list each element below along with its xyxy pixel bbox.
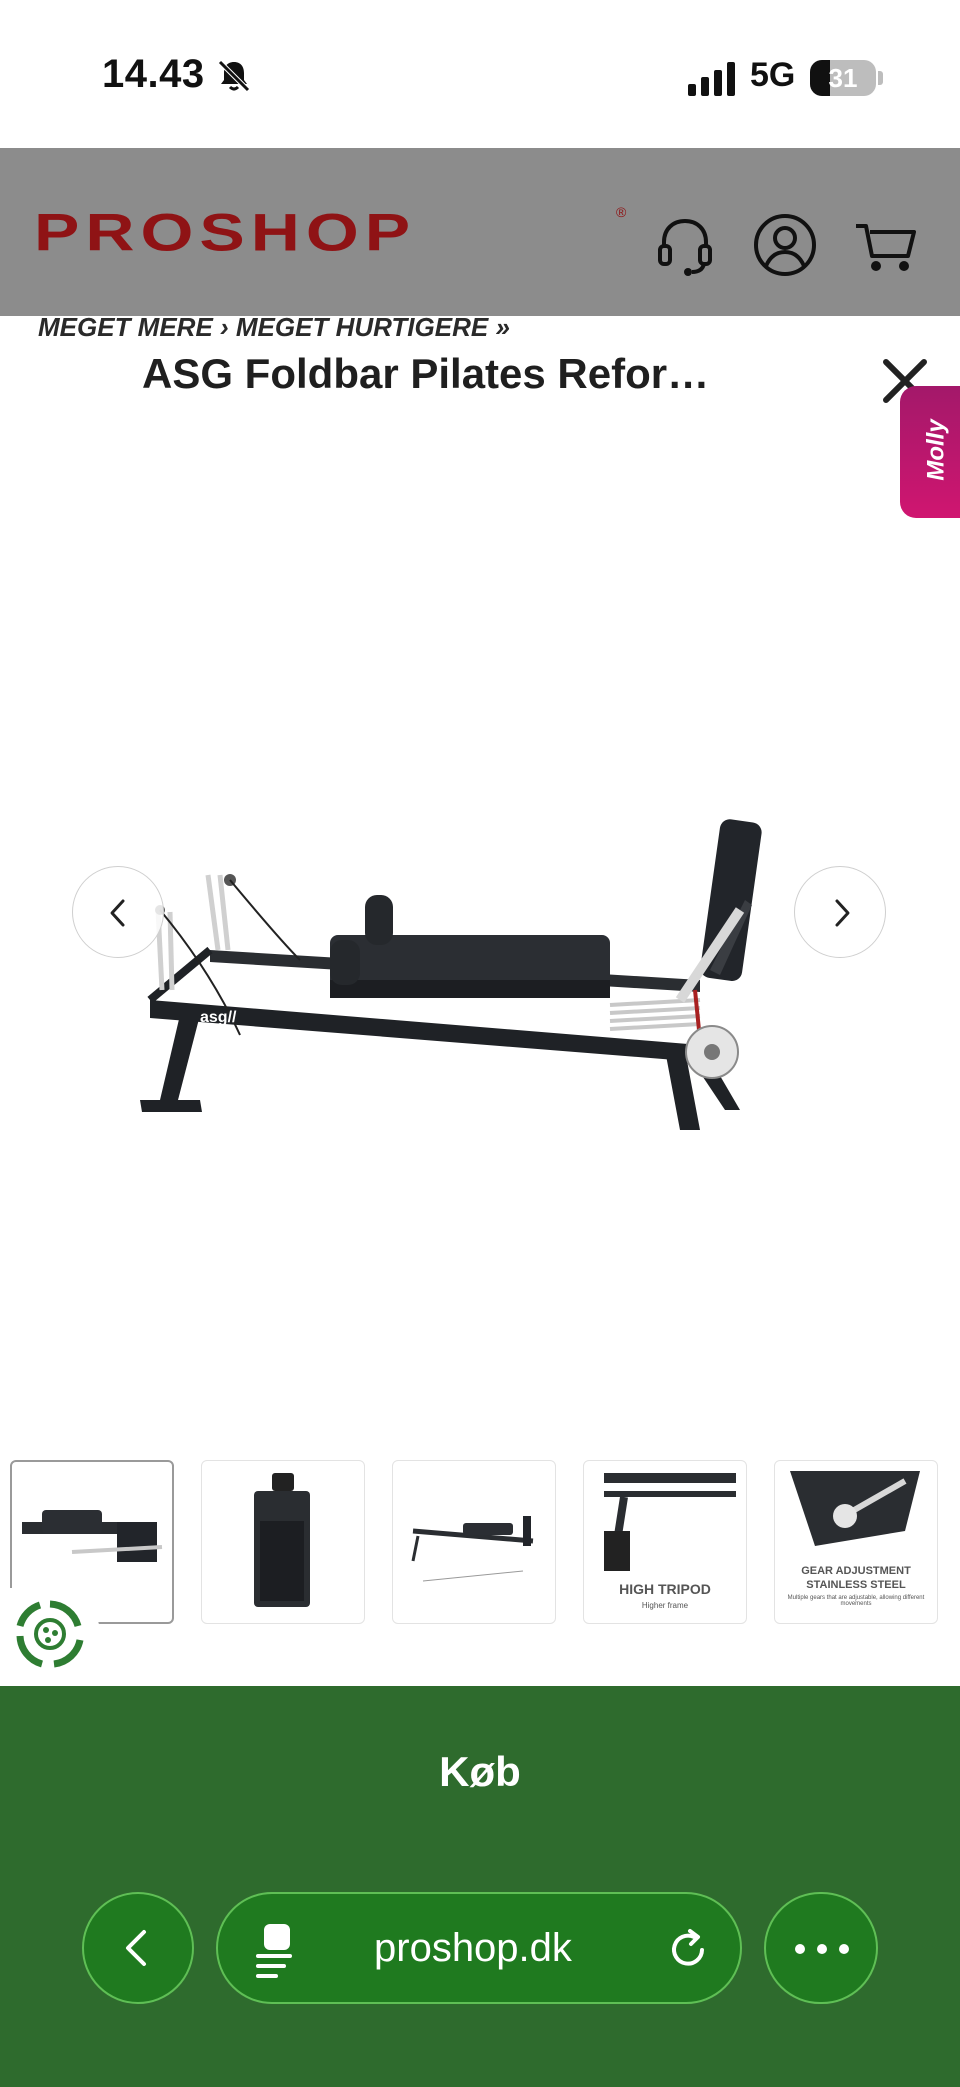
cart-icon[interactable] <box>852 212 918 278</box>
thumbnail-strip: HIGH TRIPOD Higher frame GEAR ADJUSTMENT… <box>10 1460 960 1626</box>
thumbnail-5-caption: GEAR ADJUSTMENT <box>801 1565 911 1577</box>
back-chevron-icon <box>126 1930 146 1966</box>
bell-muted-icon <box>218 60 250 92</box>
buy-bar[interactable]: Køb proshop.dk <box>0 1686 960 2087</box>
url-text: proshop.dk <box>374 1926 572 1970</box>
thumbnail-4[interactable]: HIGH TRIPOD Higher frame <box>583 1460 747 1624</box>
thumbnail-4-subcaption: Higher frame <box>641 1601 689 1610</box>
thumbnail-2[interactable] <box>201 1460 365 1624</box>
molly-chat-tab[interactable]: Molly <box>900 386 960 518</box>
more-icon <box>795 1944 849 1954</box>
address-bar[interactable]: proshop.dk <box>216 1892 742 2004</box>
thumbnail-2-image <box>254 1473 310 1607</box>
thumbnail-5-subcaption: Multiple gears that are adjustable, allo… <box>787 1595 925 1607</box>
chevron-left-icon <box>110 899 125 927</box>
image-brand-mark: asg// <box>200 1009 237 1026</box>
status-bar: 14.43 5G 31 <box>0 0 960 148</box>
logo-registered-mark: ® <box>616 204 627 220</box>
product-title: ASG Foldbar Pilates Refor… <box>142 350 710 397</box>
reload-icon[interactable] <box>666 1928 710 1972</box>
thumbnail-5[interactable]: GEAR ADJUSTMENT STAINLESS STEEL Multiple… <box>774 1460 938 1624</box>
clock: 14.43 <box>102 52 205 96</box>
recycle-icon <box>16 1600 84 1668</box>
logo-wordmark: PROSHOP <box>34 202 417 263</box>
thumbnail-3-image <box>411 1516 534 1582</box>
thumbnail-3[interactable] <box>392 1460 556 1624</box>
eco-badge[interactable] <box>0 1588 100 1680</box>
headset-icon[interactable] <box>652 212 718 278</box>
signal-icon <box>688 62 735 96</box>
battery-tip <box>878 71 883 85</box>
proshop-logo[interactable]: PROSHOP ® MEGET MERE › MEGET HURTIGERE » <box>34 202 634 342</box>
account-icon[interactable] <box>752 212 818 278</box>
buy-button-label[interactable]: Køb <box>0 1748 960 1796</box>
next-image-button[interactable] <box>794 866 886 958</box>
previous-image-button[interactable] <box>72 866 164 958</box>
site-header: PROSHOP ® MEGET MERE › MEGET HURTIGERE » <box>0 148 960 342</box>
thumbnail-4-caption: HIGH TRIPOD <box>619 1581 711 1597</box>
thumbnail-4-image <box>604 1473 736 1571</box>
more-options-button[interactable] <box>764 1892 878 2004</box>
molly-label: Molly <box>922 419 950 481</box>
product-image: asg// <box>140 819 762 1130</box>
page-icon <box>256 1924 292 1978</box>
battery-percent: 31 <box>828 63 858 93</box>
browser-back-button[interactable] <box>82 1892 194 2004</box>
battery-indicator: 31 <box>810 60 876 96</box>
logo-tagline: MEGET MERE › MEGET HURTIGERE » <box>38 312 510 342</box>
network-type: 5G <box>750 56 796 94</box>
chevron-right-icon <box>835 899 850 927</box>
thumbnail-5-caption-2: STAINLESS STEEL <box>806 1579 906 1591</box>
